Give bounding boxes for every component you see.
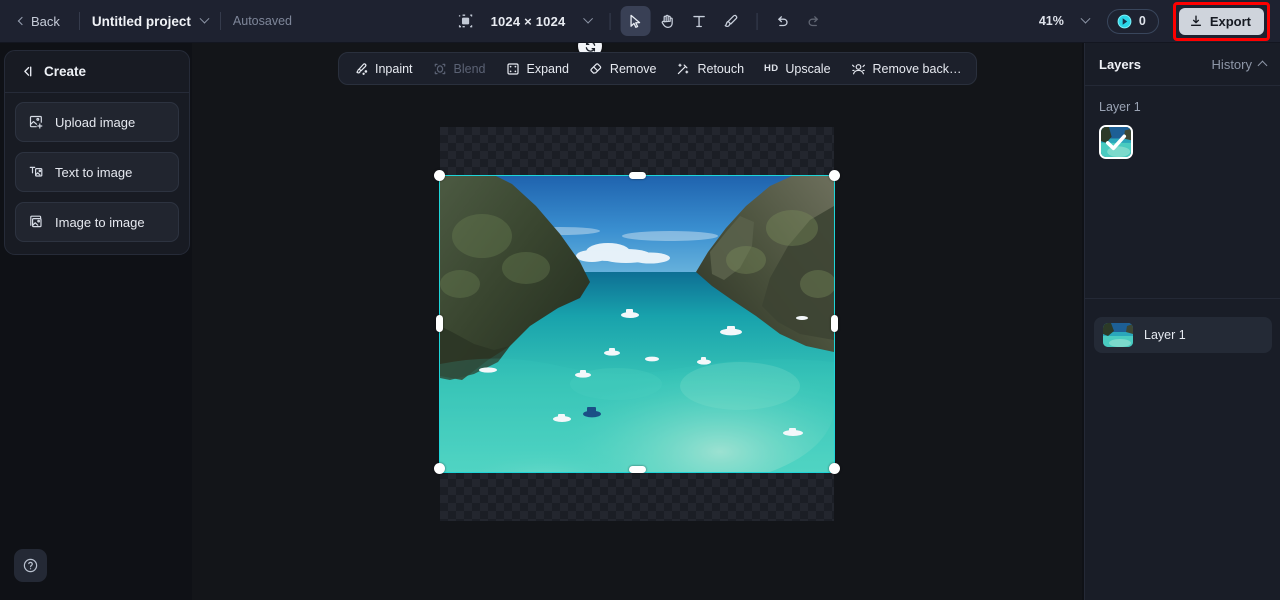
action-retouch-label: Retouch — [697, 61, 745, 76]
upload-image-icon — [29, 115, 43, 129]
action-blend-label: Blend — [453, 61, 486, 76]
image-to-image-button[interactable]: Image to image — [15, 202, 179, 242]
divider — [756, 12, 758, 30]
canvas-frame-icon[interactable] — [451, 6, 481, 36]
brush-tool[interactable] — [716, 6, 746, 36]
back-button[interactable]: Back — [12, 9, 67, 34]
resize-handle-bottom-right[interactable] — [829, 463, 840, 474]
credits-count: 0 — [1138, 14, 1146, 28]
chevron-down-icon — [1080, 13, 1091, 24]
tab-layers[interactable]: Layers — [1099, 57, 1141, 72]
download-icon — [1190, 15, 1201, 26]
active-layer-title: Layer 1 — [1099, 100, 1141, 114]
retouch-icon — [678, 63, 689, 74]
chevron-down-icon — [582, 13, 593, 24]
action-upscale-label: Upscale — [785, 61, 831, 76]
resize-handle-bottom[interactable] — [629, 466, 646, 473]
upload-image-label: Upload image — [55, 114, 136, 130]
chevron-down-icon[interactable] — [199, 13, 210, 24]
divider — [609, 12, 611, 30]
divider — [219, 12, 221, 30]
image-actions-toolbar: Inpaint Blend Expand Remove Retouch HD U… — [338, 52, 978, 85]
image-editor-app: Back Untitled project Autosaved 1024 × 1… — [0, 0, 1280, 600]
image-to-image-icon — [30, 215, 42, 228]
tab-history[interactable]: History — [1211, 57, 1268, 72]
action-remove-background[interactable]: Remove back… — [842, 57, 971, 81]
inpaint-icon — [356, 62, 368, 75]
text-to-image-label: Text to image — [55, 164, 133, 180]
action-inpaint[interactable]: Inpaint — [345, 57, 422, 81]
project-title: Untitled project — [91, 13, 191, 29]
remove-background-icon — [851, 63, 865, 74]
text-to-image-icon — [29, 166, 43, 177]
chevron-left-icon — [17, 16, 27, 26]
blend-icon — [434, 63, 445, 74]
select-tool[interactable] — [620, 6, 651, 36]
resize-handle-right[interactable] — [831, 315, 838, 332]
create-panel-title: Create — [44, 64, 87, 79]
canvas-size-dropdown[interactable]: 1024 × 1024 — [483, 9, 600, 34]
action-inpaint-label: Inpaint — [375, 61, 413, 76]
export-highlight-box: Export — [1172, 1, 1270, 41]
resize-handle-top[interactable] — [629, 172, 646, 179]
pan-tool[interactable] — [652, 6, 682, 36]
action-remove[interactable]: Remove — [580, 57, 666, 81]
active-layer-section: Layer 1 — [1085, 86, 1280, 159]
action-remove-background-label: Remove back… — [872, 61, 962, 76]
action-retouch[interactable]: Retouch — [667, 57, 753, 81]
panel-divider — [1085, 298, 1280, 299]
action-expand[interactable]: Expand — [497, 57, 578, 81]
canvas-image-layer[interactable] — [440, 176, 834, 472]
image-to-image-label: Image to image — [55, 214, 145, 230]
create-panel: Create Upload image Text to image Image … — [4, 50, 190, 255]
question-mark-icon — [23, 558, 38, 573]
resize-handle-bottom-left[interactable] — [434, 463, 445, 474]
create-panel-body: Upload image Text to image Image to imag… — [5, 93, 189, 254]
top-toolbar: Back Untitled project Autosaved 1024 × 1… — [0, 0, 1280, 43]
action-remove-label: Remove — [609, 61, 657, 76]
autosaved-status: Autosaved — [232, 14, 292, 28]
layers-panel: Layers History Layer 1 Layer 1 — [1084, 43, 1280, 600]
tab-history-label: History — [1211, 57, 1252, 72]
check-icon — [1105, 134, 1127, 151]
resize-handle-left[interactable] — [436, 315, 443, 332]
back-button-label: Back — [31, 13, 60, 29]
layer-list-item[interactable]: Layer 1 — [1094, 317, 1272, 353]
credits-badge[interactable]: 0 — [1106, 8, 1159, 34]
action-upscale[interactable]: HD Upscale — [755, 57, 840, 81]
canvas-size-value: 1024 × 1024 — [490, 13, 566, 29]
layers-panel-header: Layers History — [1085, 43, 1280, 86]
expand-icon — [506, 62, 519, 75]
topbar-center-group: 1024 × 1024 — [451, 6, 830, 36]
layer-selected-check — [1101, 127, 1131, 157]
zoom-level: 41% — [1038, 14, 1064, 28]
action-blend[interactable]: Blend — [424, 57, 495, 81]
create-panel-header: Create — [5, 51, 189, 93]
resize-handle-top-right[interactable] — [829, 170, 840, 181]
export-button-label: Export — [1209, 13, 1251, 29]
divider — [78, 12, 80, 30]
topbar-right-group: 41% 0 Export — [1031, 1, 1270, 41]
upload-image-button[interactable]: Upload image — [15, 102, 179, 142]
eraser-icon — [590, 62, 602, 74]
undo-button[interactable] — [767, 6, 797, 36]
zoom-control[interactable]: 41% — [1031, 9, 1097, 33]
action-expand-label: Expand — [526, 61, 569, 76]
credit-coin-icon — [1117, 14, 1132, 28]
layer-row-label: Layer 1 — [1144, 328, 1186, 342]
help-button[interactable] — [14, 549, 47, 582]
redo-button[interactable] — [799, 6, 829, 36]
chevron-up-icon — [1257, 60, 1268, 71]
layer-row-thumbnail — [1103, 323, 1133, 347]
text-to-image-button[interactable]: Text to image — [15, 152, 179, 192]
export-button[interactable]: Export — [1178, 7, 1264, 35]
text-tool[interactable] — [684, 6, 714, 36]
collapse-panel-icon — [24, 66, 32, 77]
hd-icon: HD — [764, 63, 779, 74]
resize-handle-top-left[interactable] — [434, 170, 445, 181]
layer-thumbnail-selected[interactable] — [1099, 125, 1133, 159]
canvas-area[interactable] — [192, 43, 1082, 600]
topbar-left-group: Back Untitled project Autosaved — [0, 9, 292, 34]
